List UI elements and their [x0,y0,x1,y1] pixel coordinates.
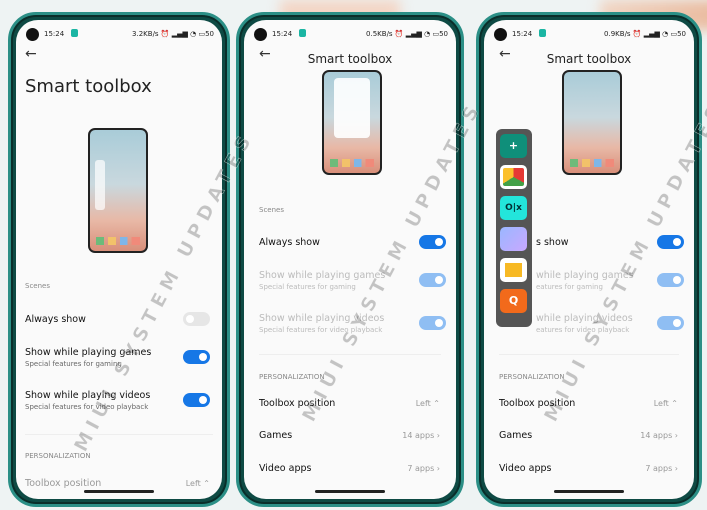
games-sublabel: Special features for gaming [25,360,122,368]
games-apps-row[interactable]: Games [499,430,532,441]
phone-2: 15:24 0.5KB/s ⏰ ▂▄▆ ◔ ▭50 ← Smart toolbo… [236,12,464,507]
camera-cutout [254,28,267,41]
phone-1: 15:24 3.2KB/s ⏰ ▂▄▆ ◔ ▭50 ← Smart toolbo… [8,12,230,507]
games-sublabel: Special features for gaming [259,283,356,291]
camera-cutout [26,28,39,41]
section-scenes: Scenes [259,206,284,214]
videos-sublabel: Special features for video playback [25,403,149,411]
status-bar: 15:24 3.2KB/s ⏰ ▂▄▆ ◔ ▭50 [26,28,214,42]
status-right: 0.5KB/s ⏰ ▂▄▆ ◔ ▭50 [366,30,448,38]
notification-icon [539,29,546,37]
games-sublabel: eatures for gaming [536,283,603,291]
home-indicator [315,490,385,493]
always-show-toggle[interactable] [657,235,684,249]
video-apps-count[interactable]: 7 apps › [407,464,440,473]
screen: 15:24 0.5KB/s ⏰ ▂▄▆ ◔ ▭50 ← Smart toolbo… [244,20,456,499]
battery-level: 50 [439,30,448,38]
gallery-icon[interactable] [500,227,527,251]
videos-toggle[interactable] [183,393,210,407]
dock-icons [570,159,614,167]
camera-cutout [494,28,507,41]
file-manager-icon[interactable] [500,258,527,282]
status-time: 15:24 [512,30,533,38]
notification-icon [71,29,78,37]
smart-toolbox-panel: + O|x Q [496,129,532,327]
add-icon[interactable]: + [500,134,527,158]
video-apps-count[interactable]: 7 apps › [645,464,678,473]
dock-icons [330,159,374,167]
network-speed: 3.2KB/s [132,30,159,38]
phone-illustration [88,128,148,253]
toolbox-position-value[interactable]: Left ⌃ [654,399,678,408]
back-arrow-icon[interactable]: ← [25,46,37,62]
video-apps-row[interactable]: Video apps [499,463,551,474]
olx-icon[interactable]: O|x [500,196,527,220]
notification-icon [299,29,306,37]
toolbox-position-value[interactable]: Left ⌃ [186,479,210,488]
section-personalization: PERSONALIZATION [25,452,91,460]
chrome-icon[interactable] [500,165,527,189]
videos-toggle[interactable] [419,316,446,330]
games-toggle[interactable] [657,273,684,287]
always-show-label: Always show [25,314,86,325]
videos-label: Show while playing videos [25,390,151,401]
network-speed: 0.9KB/s [604,30,631,38]
battery-level: 50 [677,30,686,38]
always-show-toggle[interactable] [183,312,210,326]
page-title: Smart toolbox [307,52,393,66]
dock-icons [96,237,140,245]
section-personalization: PERSONALIZATION [499,373,565,381]
videos-toggle[interactable] [657,316,684,330]
network-speed: 0.5KB/s [366,30,393,38]
status-right: 0.9KB/s ⏰ ▂▄▆ ◔ ▭50 [604,30,686,38]
status-time: 15:24 [272,30,293,38]
status-bar: 15:24 0.5KB/s ⏰ ▂▄▆ ◔ ▭50 [254,28,448,42]
always-show-toggle[interactable] [419,235,446,249]
status-bar: 15:24 0.9KB/s ⏰ ▂▄▆ ◔ ▭50 [494,28,686,42]
video-apps-row[interactable]: Video apps [259,463,311,474]
always-show-label: Always show [259,237,320,248]
status-right: 3.2KB/s ⏰ ▂▄▆ ◔ ▭50 [132,30,214,38]
divider [25,434,213,435]
quick-app-icon[interactable]: Q [500,289,527,313]
home-indicator [554,490,624,493]
page-title: Smart toolbox [25,76,152,97]
always-show-label: s show [536,237,569,248]
games-apps-count[interactable]: 14 apps › [640,431,678,440]
toolbox-position-label[interactable]: Toolbox position [25,478,101,489]
section-personalization: PERSONALIZATION [259,373,325,381]
section-scenes: Scenes [25,282,50,290]
toolbox-preview [95,160,105,210]
games-toggle[interactable] [183,350,210,364]
phone-illustration [562,70,622,175]
games-apps-row[interactable]: Games [259,430,292,441]
games-apps-count[interactable]: 14 apps › [402,431,440,440]
toolbox-position-value[interactable]: Left ⌃ [416,399,440,408]
toolbox-preview [334,78,370,138]
status-time: 15:24 [44,30,65,38]
battery-level: 50 [205,30,214,38]
home-indicator [84,490,154,493]
phone-illustration [322,70,382,175]
games-toggle[interactable] [419,273,446,287]
page-title: Smart toolbox [546,52,632,66]
games-label: Show while playing games [259,270,386,281]
